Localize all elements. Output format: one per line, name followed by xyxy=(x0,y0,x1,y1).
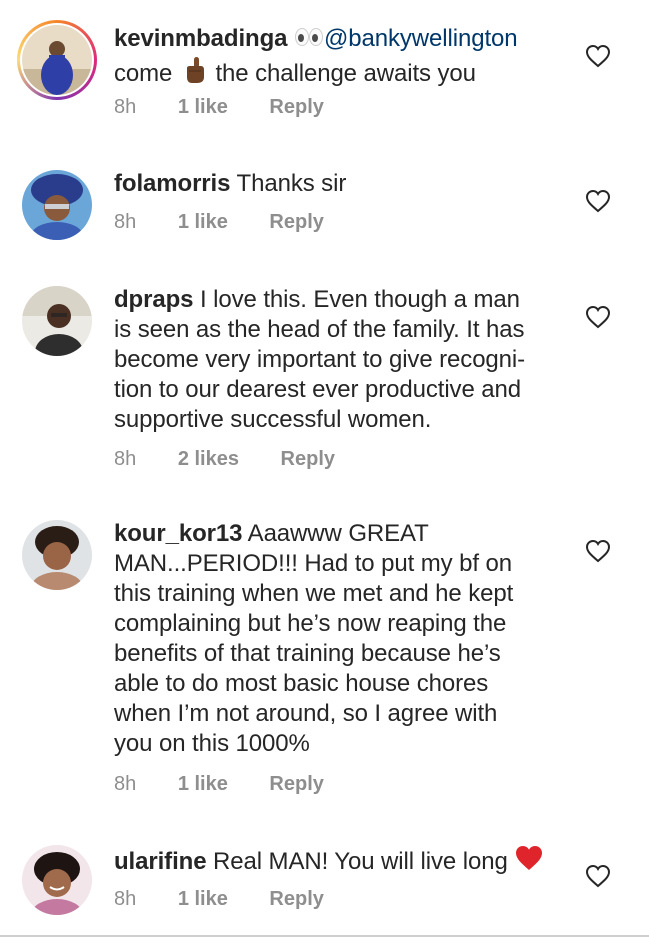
reply-button[interactable]: Reply xyxy=(269,209,323,235)
reply-button[interactable]: Reply xyxy=(281,446,335,472)
avatar[interactable] xyxy=(22,286,92,356)
comment-username[interactable]: dpraps xyxy=(114,286,194,313)
comment-meta: 8h 1 like Reply xyxy=(114,886,324,912)
comment-username[interactable]: kevinmbadinga xyxy=(114,25,288,52)
heart-outline-icon[interactable] xyxy=(585,864,611,888)
comment-meta: 8h 1 like Reply xyxy=(114,771,324,797)
eyes-emoji xyxy=(294,25,324,55)
comment-text: come xyxy=(114,59,173,87)
comment-text: is seen as the head of the family. It ha… xyxy=(114,316,525,343)
comment-text: supportive successful women. xyxy=(114,406,432,433)
reply-button[interactable]: Reply xyxy=(269,886,323,912)
comment-text: Real MAN! You will live long xyxy=(213,848,508,875)
heart-outline-icon[interactable] xyxy=(585,305,611,329)
comment-time: 8h xyxy=(114,888,137,910)
reply-button[interactable]: Reply xyxy=(269,94,323,120)
heart-outline-icon[interactable] xyxy=(585,189,611,213)
comment-body: kevinmbadinga @bankywellington come the … xyxy=(114,24,572,93)
comment-text: when I’m not around, so I agree with xyxy=(114,700,498,727)
avatar[interactable] xyxy=(22,520,92,590)
divider xyxy=(0,935,649,937)
comment-text: MAN...PERIOD!!! Had to put my bf on xyxy=(114,550,512,577)
comment-text: become very important to give recogni- xyxy=(114,346,526,373)
likes-count[interactable]: 1 like xyxy=(178,209,228,235)
comment-body: kour_kor13 Aaawww GREAT MAN...PERIOD!!! … xyxy=(114,519,572,759)
likes-count[interactable]: 1 like xyxy=(178,771,228,797)
heart-outline-icon[interactable] xyxy=(585,44,611,68)
comment-text: this training when we met and he kept xyxy=(114,580,514,607)
comment-text: I love this. Even though a man xyxy=(200,286,520,313)
heart-outline-icon[interactable] xyxy=(585,539,611,563)
comment-body: ularifine Real MAN! You will live long xyxy=(114,844,572,880)
comment-username[interactable]: kour_kor13 xyxy=(114,520,243,547)
avatar[interactable] xyxy=(22,170,92,240)
comment-text: complaining but he’s now reaping the xyxy=(114,610,507,637)
comment-meta: 8h 1 like Reply xyxy=(114,209,324,235)
comment-body: folamorris Thanks sir xyxy=(114,169,572,199)
mention-link[interactable]: @bankywellington xyxy=(324,25,518,52)
comment-text: tion to our dearest ever productive and xyxy=(114,376,522,403)
comment-body: dpraps I love this. Even though a man is… xyxy=(114,285,572,435)
comment-time: 8h xyxy=(114,448,137,470)
avatar[interactable] xyxy=(22,25,92,95)
comment-text: you on this 1000% xyxy=(114,730,310,757)
comment-meta: 8h 2 likes Reply xyxy=(114,446,335,472)
comment-text: benefits of that training because he’s xyxy=(114,640,501,667)
pointing-hand-emoji xyxy=(179,55,209,93)
likes-count[interactable]: 2 likes xyxy=(178,446,239,472)
comment-meta: 8h 1 like Reply xyxy=(114,94,324,120)
likes-count[interactable]: 1 like xyxy=(178,94,228,120)
likes-count[interactable]: 1 like xyxy=(178,886,228,912)
comment-text: the challenge awaits you xyxy=(215,59,476,87)
comment-time: 8h xyxy=(114,773,137,795)
comment-text: Thanks sir xyxy=(236,170,347,197)
comment-text: Aaawww GREAT xyxy=(247,520,429,547)
avatar[interactable] xyxy=(22,845,92,915)
red-heart-emoji xyxy=(514,844,544,880)
comment-username[interactable]: folamorris xyxy=(114,170,230,197)
comment-time: 8h xyxy=(114,211,137,233)
reply-button[interactable]: Reply xyxy=(269,771,323,797)
comment-username[interactable]: ularifine xyxy=(114,848,207,875)
comment-time: 8h xyxy=(114,96,137,118)
comment-text: able to do most basic house chores xyxy=(114,670,489,697)
